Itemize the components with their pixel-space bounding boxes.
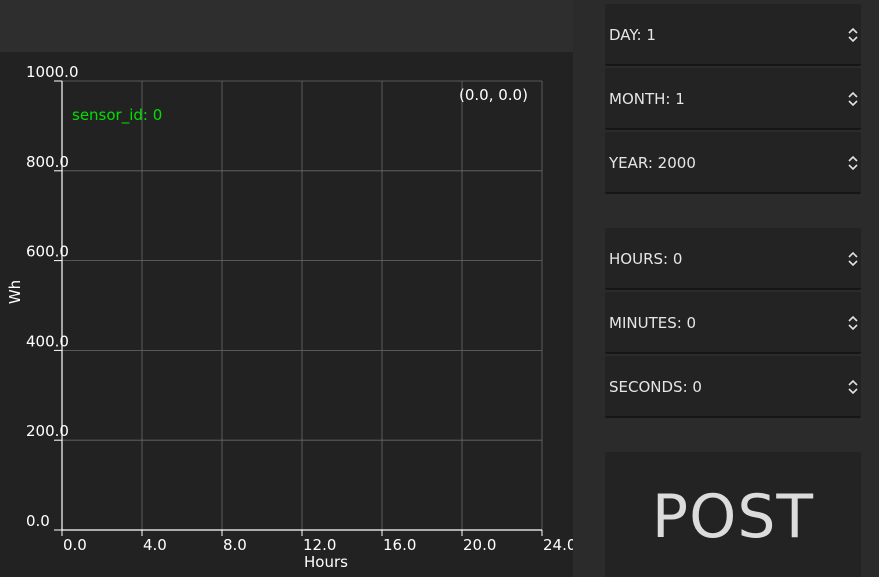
sensor-id-label: sensor_id: 0 [72,106,162,125]
x-tick-label: 0.0 [63,536,87,554]
up-down-arrows-icon[interactable] [847,90,859,108]
app-window: 0.0 4.0 8.0 12.0 16.0 20.0 24.0 0.0 200.0 400.0 60… [0,0,879,577]
tick-layer: 0.0 4.0 8.0 12.0 16.0 20.0 24.0 0.0 200.0 400.0 60… [26,63,573,554]
up-down-arrows-icon[interactable] [847,26,859,44]
year-spinbox-label: YEAR: 2000 [609,154,696,172]
y-tick-label: 0.0 [26,512,50,530]
y-tick-label: 800.0 [26,153,69,171]
y-tick-label: 1000.0 [26,63,79,81]
x-tick-label: 8.0 [223,536,247,554]
up-down-arrows-icon[interactable] [847,250,859,268]
y-tick-label: 600.0 [26,243,69,261]
x-tick-label: 4.0 [143,536,167,554]
x-axis-label: Hours [304,553,348,571]
hours-spinbox-label: HOURS: 0 [609,250,683,268]
cursor-readout: (0.0, 0.0) [459,86,528,104]
year-spinbox[interactable]: YEAR: 2000 [605,132,861,194]
minutes-spinbox-label: MINUTES: 0 [609,314,697,332]
y-axis-label: Wh [6,280,24,304]
day-spinbox[interactable]: DAY: 1 [605,4,861,66]
up-down-arrows-icon[interactable] [847,378,859,396]
grid-layer [62,80,543,530]
month-spinbox-label: MONTH: 1 [609,90,685,108]
seconds-spinbox-label: SECONDS: 0 [609,378,702,396]
up-down-arrows-icon[interactable] [847,314,859,332]
minutes-spinbox[interactable]: MINUTES: 0 [605,292,861,354]
day-spinbox-label: DAY: 1 [609,26,656,44]
x-tick-label: 12.0 [303,536,336,554]
y-tick-label: 200.0 [26,422,69,440]
up-down-arrows-icon[interactable] [847,154,859,172]
x-tick-label: 20.0 [463,536,496,554]
seconds-spinbox[interactable]: SECONDS: 0 [605,356,861,418]
y-tick-label: 400.0 [26,332,69,350]
energy-chart[interactable]: 0.0 4.0 8.0 12.0 16.0 20.0 24.0 0.0 200.0 400.0 60… [0,0,573,577]
post-button[interactable]: POST [605,452,861,577]
x-tick-label: 16.0 [383,536,416,554]
month-spinbox[interactable]: MONTH: 1 [605,68,861,130]
hours-spinbox[interactable]: HOURS: 0 [605,228,861,290]
x-tick-label: 24.0 [543,536,573,554]
